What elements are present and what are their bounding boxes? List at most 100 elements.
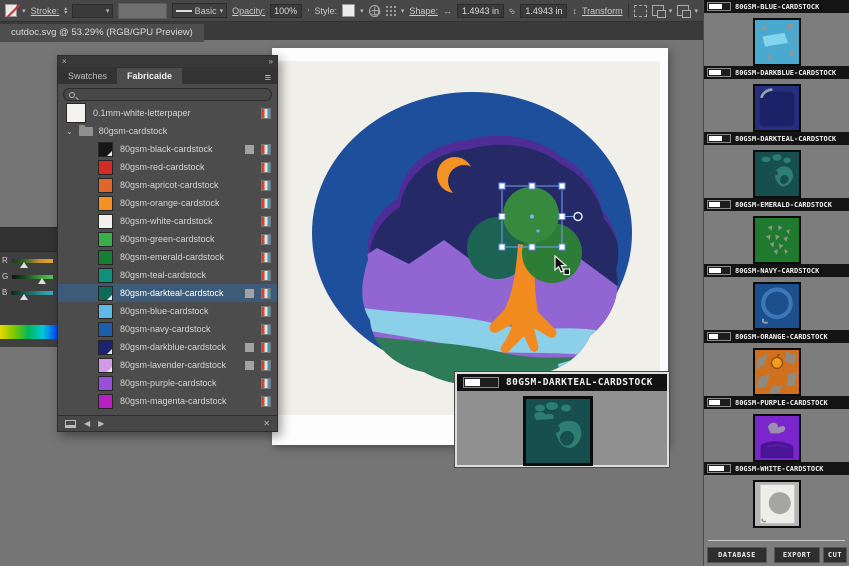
sheet-preview-white bbox=[753, 480, 801, 528]
swatch-chip bbox=[98, 214, 113, 229]
material-card-orange[interactable]: 80GSM-ORANGE-CARDSTOCK bbox=[704, 330, 849, 396]
material-usage-icon bbox=[261, 144, 271, 155]
transform-label[interactable]: Transform bbox=[582, 6, 623, 16]
list-item[interactable]: 80gsm-purple-cardstock bbox=[58, 374, 277, 392]
material-card-purple[interactable]: 80GSM-PURPLE-CARDSTOCK bbox=[704, 396, 849, 462]
material-card-darkteal[interactable]: 80GSM-DARKTEAL-CARDSTOCK bbox=[704, 132, 849, 198]
next-icon[interactable]: ▶ bbox=[98, 419, 104, 428]
arrange-chevron-icon[interactable]: ▾ bbox=[694, 7, 698, 15]
material-tooltip-popup: 80GSM-DARKTEAL-CARDSTOCK bbox=[455, 372, 669, 467]
stroke-weight-stepper[interactable]: ▴▾ bbox=[64, 7, 67, 15]
red-channel-label: R bbox=[2, 256, 8, 265]
list-item[interactable]: 80gsm-black-cardstock bbox=[58, 140, 277, 158]
tab-fabricaide[interactable]: Fabricaide bbox=[117, 68, 182, 84]
width-field[interactable]: 1.4943 in bbox=[457, 4, 504, 18]
arrange-icon[interactable] bbox=[677, 5, 689, 16]
material-card-navy[interactable]: 80GSM-NAVY-CARDSTOCK bbox=[704, 264, 849, 330]
brush-definition-select[interactable]: Basic ▾ bbox=[172, 3, 228, 18]
free-transform-icon[interactable] bbox=[634, 5, 647, 17]
align-chevron-icon[interactable]: ▾ bbox=[401, 7, 405, 15]
opacity-value-field[interactable]: 100% bbox=[270, 4, 302, 18]
panel-footer: ◀ ▶ ✕ bbox=[58, 415, 277, 431]
style-chevron-icon[interactable]: ▾ bbox=[360, 7, 364, 15]
panel-menu-icon[interactable]: ≡ bbox=[259, 72, 277, 84]
red-channel-slider[interactable] bbox=[12, 259, 53, 263]
height-field[interactable]: 1.4943 in bbox=[520, 4, 567, 18]
list-item[interactable]: 80gsm-darkblue-cardstock bbox=[58, 338, 277, 356]
document-setup-globe-icon[interactable] bbox=[369, 5, 380, 17]
material-usage-icon bbox=[261, 342, 271, 353]
list-item[interactable]: 80gsm-navy-cardstock bbox=[58, 320, 277, 338]
opacity-expand-icon[interactable]: › bbox=[307, 7, 309, 14]
blue-channel-slider[interactable] bbox=[11, 291, 53, 295]
isolate-chevron-icon[interactable]: ▾ bbox=[669, 7, 673, 15]
material-sheet-preview bbox=[523, 396, 593, 466]
swatch-folder-row[interactable]: ⌄ 80gsm-cardstock bbox=[58, 122, 277, 140]
panel-close-icon[interactable]: × bbox=[62, 57, 67, 66]
stroke-weight-select[interactable]: ▾ bbox=[72, 4, 113, 18]
material-usage-icon bbox=[261, 270, 271, 281]
search-icon bbox=[69, 92, 75, 98]
list-item[interactable]: 80gsm-orange-cardstock bbox=[58, 194, 277, 212]
illustrator-app: ▾ Stroke: ▴▾ ▾ Basic ▾ Opacity: 100% › S… bbox=[0, 0, 849, 566]
swatch-chip bbox=[98, 286, 113, 301]
list-item[interactable]: 80gsm-lavender-cardstock bbox=[58, 356, 277, 374]
delete-swatch-icon[interactable]: ✕ bbox=[263, 419, 270, 428]
material-usage-icon bbox=[261, 252, 271, 263]
swatch-chip bbox=[98, 196, 113, 211]
height-icon: ↕ bbox=[572, 6, 577, 16]
list-item[interactable]: 80gsm-teal-cardstock bbox=[58, 266, 277, 284]
swatch-chip bbox=[98, 142, 113, 157]
folder-expand-icon[interactable]: ⌄ bbox=[66, 127, 73, 136]
sheet-preview-navy bbox=[753, 282, 801, 330]
tab-swatches[interactable]: Swatches bbox=[58, 68, 117, 84]
search-input[interactable] bbox=[63, 88, 272, 101]
swatch-chip bbox=[98, 304, 113, 319]
prev-icon[interactable]: ◀ bbox=[84, 419, 90, 428]
material-usage-icon bbox=[261, 324, 271, 335]
shape-label[interactable]: Shape: bbox=[409, 6, 438, 16]
list-item[interactable]: 80gsm-magenta-cardstock bbox=[58, 392, 277, 410]
swatch-chip bbox=[98, 178, 113, 193]
fill-chevron-icon[interactable]: ▾ bbox=[22, 7, 26, 15]
isolate-mode-icon[interactable] bbox=[652, 5, 664, 16]
variable-width-profile[interactable] bbox=[118, 3, 166, 19]
fill-color-well[interactable] bbox=[5, 4, 17, 17]
list-item[interactable]: 80gsm-white-cardstock bbox=[58, 212, 277, 230]
fabricaide-panel: × » Swatches Fabricaide ≡ 0.1mm-white-le… bbox=[57, 55, 278, 432]
stroke-label[interactable]: Stroke: bbox=[31, 6, 60, 16]
brush-name: Basic bbox=[195, 6, 217, 16]
align-options-icon[interactable] bbox=[385, 5, 396, 17]
list-item[interactable]: 80gsm-apricot-cardstock bbox=[58, 176, 277, 194]
swatch-chip bbox=[98, 268, 113, 283]
export-button[interactable]: EXPORT bbox=[774, 547, 820, 563]
swatch-chip bbox=[98, 376, 113, 391]
material-usage-icon bbox=[261, 360, 271, 371]
graphic-style-swatch[interactable] bbox=[342, 4, 355, 17]
list-item[interactable]: 80gsm-emerald-cardstock bbox=[58, 248, 277, 266]
swatch-libraries-icon[interactable] bbox=[65, 420, 76, 428]
material-card-blue[interactable]: 80GSM-BLUE-CARDSTOCK bbox=[704, 0, 849, 66]
green-channel-label: G bbox=[2, 272, 8, 281]
low-stock-icon bbox=[245, 361, 254, 370]
material-card-emerald[interactable]: 80GSM-EMERALD-CARDSTOCK bbox=[704, 198, 849, 264]
list-item[interactable]: 0.1mm-white-letterpaper bbox=[58, 104, 277, 122]
material-card-white[interactable]: 80GSM-WHITE-CARDSTOCK bbox=[704, 462, 849, 528]
green-channel-slider[interactable] bbox=[12, 275, 53, 279]
list-item[interactable]: 80gsm-blue-cardstock bbox=[58, 302, 277, 320]
sidebar-footer: DATABASE EXPORT CUT bbox=[704, 540, 849, 566]
cut-button[interactable]: CUT bbox=[823, 547, 847, 563]
database-button[interactable]: DATABASE bbox=[707, 547, 767, 563]
material-card-darkblue[interactable]: 80GSM-DARKBLUE-CARDSTOCK bbox=[704, 66, 849, 132]
list-item[interactable]: 80gsm-red-cardstock bbox=[58, 158, 277, 176]
color-spectrum-bar[interactable] bbox=[0, 325, 57, 339]
panel-collapse-icon[interactable]: » bbox=[269, 57, 273, 66]
opacity-label[interactable]: Opacity: bbox=[232, 6, 265, 16]
list-item-selected[interactable]: 80gsm-darkteal-cardstock bbox=[58, 284, 277, 302]
list-item[interactable]: 80gsm-green-cardstock bbox=[58, 230, 277, 248]
toolbar-divider bbox=[628, 4, 629, 18]
sheet-preview-darkteal bbox=[753, 150, 801, 198]
constrain-proportions-icon[interactable]: ∞ bbox=[506, 5, 518, 17]
document-tab[interactable]: cutdoc.svg @ 53.29% (RGB/GPU Preview) bbox=[0, 24, 204, 42]
swatch-chip bbox=[98, 340, 113, 355]
